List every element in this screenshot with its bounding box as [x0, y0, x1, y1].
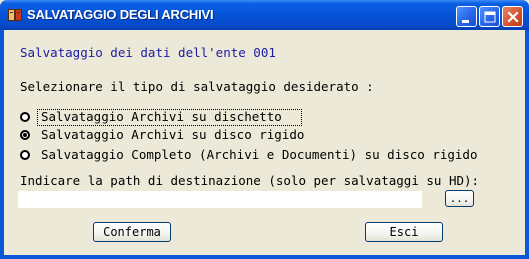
dialog-body: Salvataggio dei dati dell'ente 001 Selez… [4, 30, 525, 255]
minimize-icon [462, 20, 469, 23]
maximize-button[interactable] [479, 6, 500, 27]
radio-complete[interactable] [20, 150, 30, 160]
close-button[interactable] [502, 6, 523, 27]
prompt-text: Selezionare il tipo di salvataggio desid… [20, 79, 374, 94]
minimize-button[interactable] [456, 6, 477, 27]
app-icon [8, 9, 22, 21]
radio-floppy[interactable] [20, 112, 30, 122]
option-complete-label: Salvataggio Completo (Archivi e Document… [41, 147, 478, 162]
window-title: SALVATAGGIO DEGLI ARCHIVI [27, 7, 214, 22]
dialog-window: SALVATAGGIO DEGLI ARCHIVI Salvataggio de… [0, 0, 529, 259]
exit-button[interactable]: Esci [365, 222, 443, 242]
maximize-icon [484, 11, 496, 23]
option-floppy-label: Salvataggio Archivi su dischetto [41, 109, 282, 124]
path-input[interactable] [18, 191, 422, 208]
confirm-button[interactable]: Conferma [93, 222, 171, 242]
option-hard-disk-label: Salvataggio Archivi su disco rigido [41, 127, 305, 142]
browse-button[interactable]: ... [445, 190, 474, 207]
title-bar[interactable]: SALVATAGGIO DEGLI ARCHIVI [0, 0, 529, 30]
close-icon [507, 11, 519, 23]
path-label: Indicare la path di destinazione (solo p… [20, 173, 480, 188]
radio-hard-disk[interactable] [20, 130, 30, 140]
header-text: Salvataggio dei dati dell'ente 001 [20, 45, 276, 60]
